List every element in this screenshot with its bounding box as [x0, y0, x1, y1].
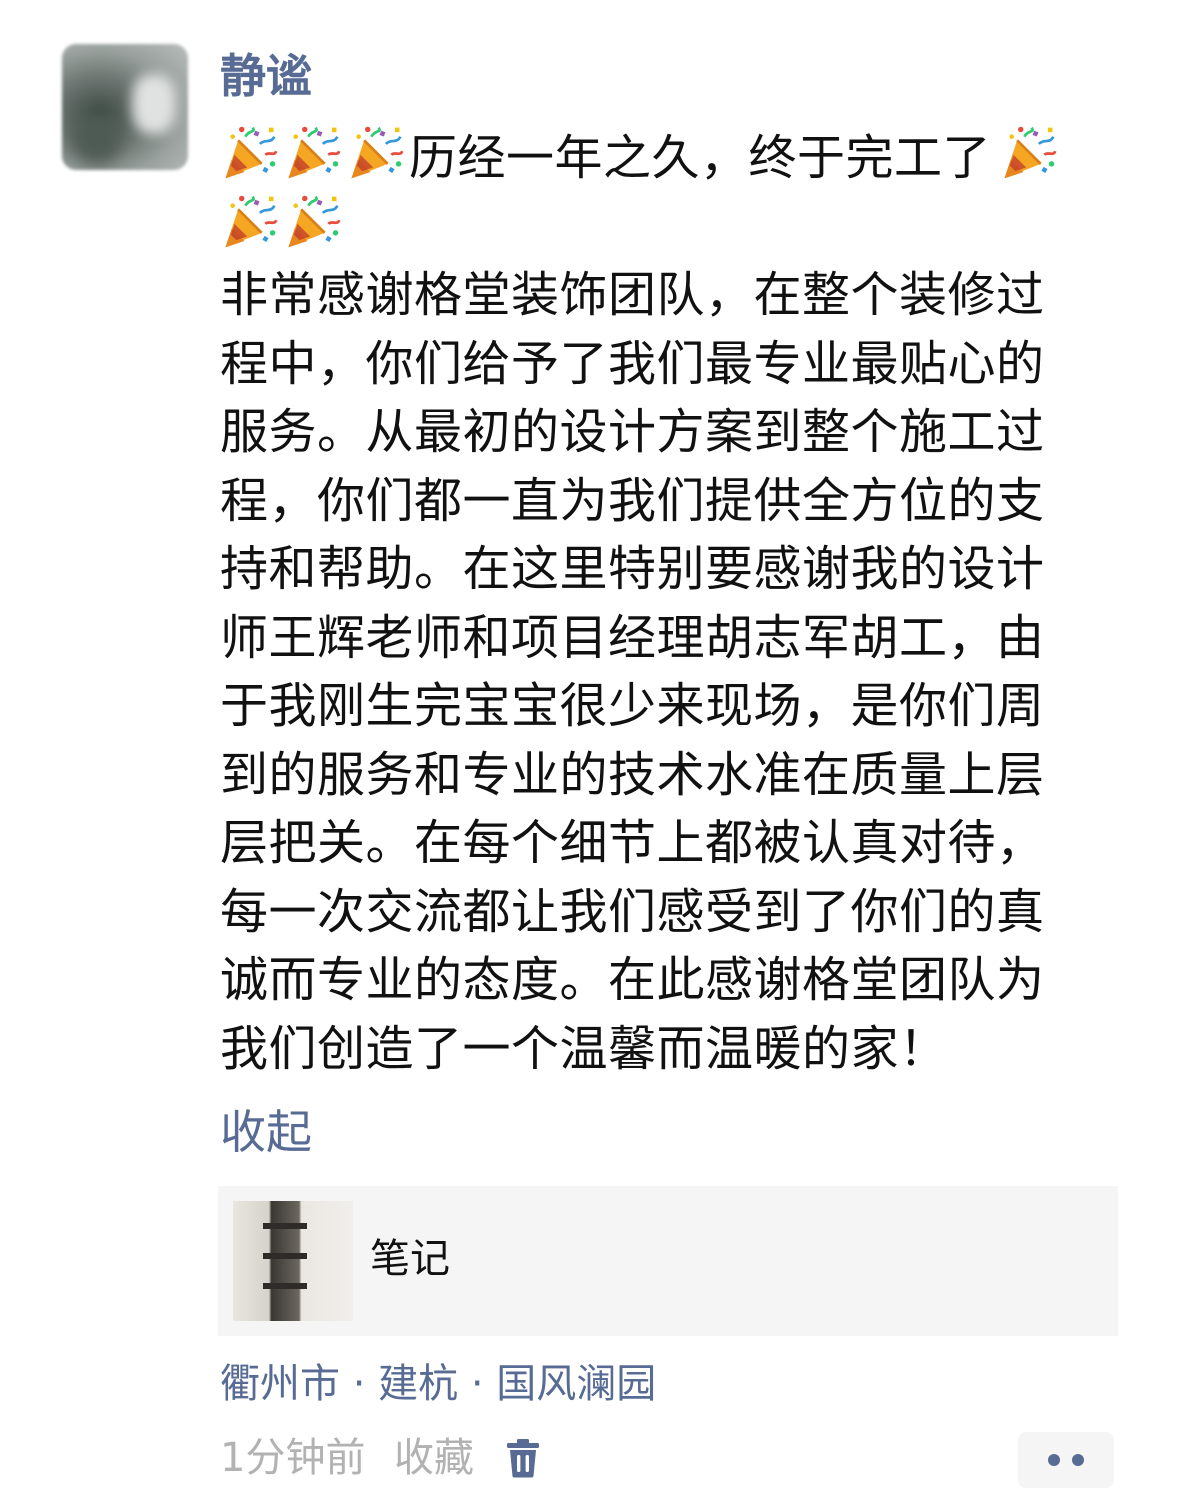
body-line: 于我刚生完宝宝很少来现场，是你们周	[220, 678, 1045, 734]
body-line: 非常感谢格堂装饰团队，在整个装修过	[220, 267, 1045, 323]
body-line: 持和帮助。在这里特别要感谢我的设计	[220, 541, 1045, 597]
body-line: 我们创造了一个温馨而温暖的家！	[220, 1020, 948, 1077]
location-link[interactable]: 衢州市 · 建杭 · 国风澜园	[220, 1358, 656, 1410]
note-card[interactable]: 笔记	[218, 1186, 1118, 1336]
party-popper-icon	[220, 124, 278, 182]
post-footer: 1分钟前 收藏	[220, 1432, 1120, 1488]
body-line: 诚而专业的态度。在此感谢格堂团队为	[220, 952, 1045, 1008]
party-popper-icon	[283, 193, 341, 251]
emoji-line	[220, 193, 1090, 262]
more-dots-icon	[1048, 1454, 1060, 1466]
avatar[interactable]	[62, 44, 188, 170]
note-card-title: 笔记	[370, 1236, 450, 1282]
body-line: 师王辉老师和项目经理胡志军胡工，由	[220, 609, 1045, 666]
favorite-label[interactable]: 收藏	[394, 1432, 474, 1484]
body-line: 程中，你们给予了我们最专业最贴心的	[220, 335, 1045, 392]
body-line: 每一次交流都让我们感受到了你们的真	[220, 883, 1045, 940]
body-line: 层把关。在每个细节上都被认真对待，	[220, 815, 1045, 871]
party-popper-icon	[999, 124, 1057, 182]
trash-icon[interactable]	[506, 1438, 540, 1478]
body-line: 服务。从最初的设计方案到整个施工过	[220, 404, 1045, 460]
collapse-link[interactable]: 收起	[220, 1102, 312, 1162]
username[interactable]: 静谧	[220, 46, 312, 106]
party-popper-icon	[220, 193, 278, 251]
more-button[interactable]	[1018, 1432, 1114, 1488]
party-popper-icon	[283, 124, 341, 182]
body-line: 程，你们都一直为我们提供全方位的支	[220, 472, 1045, 529]
note-thumbnail	[233, 1201, 353, 1321]
party-popper-icon	[346, 124, 404, 182]
headline-text: 历经一年之久，终于完工了	[409, 130, 992, 186]
body-line: 到的服务和专业的技术水准在质量上层	[220, 746, 1045, 803]
more-dots-icon	[1072, 1454, 1084, 1466]
post-time: 1分钟前	[220, 1435, 366, 1481]
headline-line: 历经一年之久，终于完工了	[220, 124, 1090, 193]
post-body: 历经一年之久，终于完工了 非常感谢格堂装饰团队，在整个装修过 程中，你们给予了我…	[220, 124, 1090, 1083]
